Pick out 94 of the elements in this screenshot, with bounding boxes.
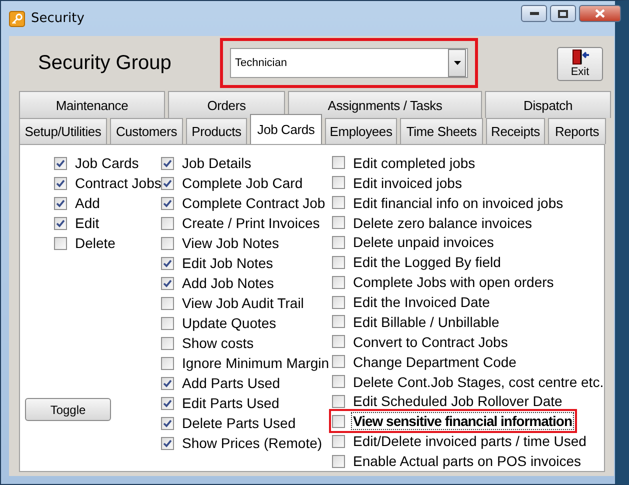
checkbox-label[interactable]: Show Prices (Remote)	[180, 434, 324, 452]
checkbox-label[interactable]: Enable Actual parts on POS invoices	[351, 452, 584, 470]
checkbox[interactable]	[161, 156, 174, 170]
checkbox-label[interactable]: Edit Scheduled Job Rollover Date	[351, 392, 564, 410]
tab[interactable]: Customers	[110, 118, 183, 144]
checkbox[interactable]	[332, 216, 345, 230]
tab[interactable]: Assignments / Tasks	[288, 91, 482, 118]
group-dropdown[interactable]: Technician	[230, 48, 468, 78]
checkbox-label[interactable]: Delete Parts Used	[180, 414, 298, 432]
exit-button[interactable]: Exit	[557, 46, 603, 80]
checkbox-label[interactable]: Edit financial info on invoiced jobs	[351, 194, 566, 212]
tab[interactable]: Maintenance	[19, 91, 165, 118]
checkbox[interactable]	[161, 176, 174, 190]
checkbox-label[interactable]: Change Department Code	[351, 352, 518, 371]
tab[interactable]: Receipts	[486, 118, 545, 144]
tab[interactable]: Time Sheets	[400, 118, 483, 144]
tab[interactable]: Job Cards	[250, 114, 322, 144]
checkbox[interactable]	[161, 416, 174, 430]
key-icon	[9, 10, 25, 26]
checkbox-label[interactable]: Add Parts Used	[180, 374, 282, 392]
checkbox[interactable]	[161, 356, 174, 370]
checkbox-label[interactable]: Job Cards	[73, 154, 141, 172]
checkbox-label[interactable]: Edit Billable / Unbillable	[351, 312, 502, 331]
checkbox-label[interactable]: Edit invoiced jobs	[351, 174, 464, 192]
minimize-icon[interactable]	[521, 5, 547, 22]
checkbox[interactable]	[54, 196, 67, 210]
checkbox-label[interactable]: Ignore Minimum Margin	[180, 354, 332, 372]
checkbox-label[interactable]: Complete Contract Job	[180, 194, 328, 212]
checkbox-label[interactable]: Update Quotes	[180, 314, 278, 332]
door-icon	[570, 49, 590, 65]
checkbox[interactable]	[161, 376, 174, 390]
checkbox-label[interactable]: Add Job Notes	[180, 274, 276, 292]
tab[interactable]: Reports	[548, 118, 606, 144]
maximize-icon[interactable]	[550, 5, 576, 22]
checkbox-label[interactable]: Add	[73, 194, 102, 212]
checkbox[interactable]	[332, 355, 345, 368]
checkbox[interactable]	[332, 315, 345, 328]
checkbox-label[interactable]: View sensitive financial information	[351, 412, 574, 430]
checkbox[interactable]	[161, 436, 174, 450]
checkbox-label[interactable]: Delete Cont.Job Stages, cost centre etc.	[351, 372, 606, 391]
checkbox[interactable]	[332, 156, 345, 170]
checkbox[interactable]	[161, 396, 174, 410]
group-label: Security Group	[38, 52, 172, 75]
tab[interactable]: Orders	[168, 91, 285, 118]
checkbox[interactable]	[332, 296, 345, 309]
tab[interactable]: Products	[186, 118, 247, 144]
checkbox-label[interactable]: View Job Audit Trail	[180, 294, 306, 312]
checkbox[interactable]	[332, 256, 345, 269]
checkbox[interactable]	[161, 316, 174, 330]
checkbox[interactable]	[332, 236, 345, 249]
checkbox-label[interactable]: Job Details	[180, 154, 254, 172]
close-icon[interactable]	[579, 5, 621, 22]
checkbox[interactable]	[332, 454, 345, 468]
checkbox-label[interactable]: Delete	[73, 234, 118, 252]
checkbox-label[interactable]: Edit Parts Used	[180, 394, 282, 412]
checkbox-label[interactable]: Show costs	[180, 334, 256, 352]
checkbox[interactable]	[161, 296, 174, 310]
checkbox-label[interactable]: Complete Jobs with open orders	[351, 273, 556, 292]
checkbox-label[interactable]: Contract Jobs	[73, 174, 164, 192]
checkbox[interactable]	[54, 176, 67, 190]
tab[interactable]: Dispatch	[485, 91, 611, 118]
tab[interactable]: Setup/Utilities	[19, 118, 107, 144]
checkbox-label[interactable]: Create / Print Invoices	[180, 214, 322, 232]
checkbox[interactable]	[332, 414, 345, 428]
tab[interactable]: Employees	[325, 118, 397, 144]
checkbox[interactable]	[54, 156, 67, 170]
checkbox-label[interactable]: Edit	[73, 214, 102, 232]
checkbox[interactable]	[161, 336, 174, 350]
checkbox[interactable]	[332, 176, 345, 190]
checkbox[interactable]	[332, 375, 345, 388]
toggle-button[interactable]: Toggle	[25, 398, 111, 421]
checkbox[interactable]	[332, 394, 345, 408]
checkbox[interactable]	[161, 196, 174, 210]
checkbox-label[interactable]: Edit Job Notes	[180, 254, 276, 272]
checkbox-label[interactable]: Edit the Invoiced Date	[351, 293, 492, 312]
checkbox-label[interactable]: Convert to Contract Jobs	[351, 332, 510, 351]
checkbox-label[interactable]: View Job Notes	[180, 234, 282, 252]
checkbox[interactable]	[54, 216, 67, 230]
checkbox-label[interactable]: Delete zero balance invoices	[351, 214, 534, 232]
checkbox[interactable]	[161, 276, 174, 290]
checkbox[interactable]	[161, 256, 174, 270]
checkbox-label[interactable]: Edit/Delete invoiced parts / time Used	[351, 432, 588, 450]
checkbox[interactable]	[332, 434, 345, 448]
checkbox[interactable]	[54, 236, 67, 250]
window-title: Security	[31, 11, 84, 26]
checkbox-label[interactable]: Edit the Logged By field	[351, 253, 503, 272]
checkbox-label[interactable]: Delete unpaid invoices	[351, 233, 496, 252]
checkbox[interactable]	[332, 276, 345, 289]
checkbox-label[interactable]: Edit completed jobs	[351, 154, 478, 172]
checkbox[interactable]	[332, 196, 345, 210]
checkbox[interactable]	[161, 216, 174, 230]
checkbox[interactable]	[161, 236, 174, 250]
checkbox-label[interactable]: Complete Job Card	[180, 174, 305, 192]
checkbox[interactable]	[332, 335, 345, 348]
